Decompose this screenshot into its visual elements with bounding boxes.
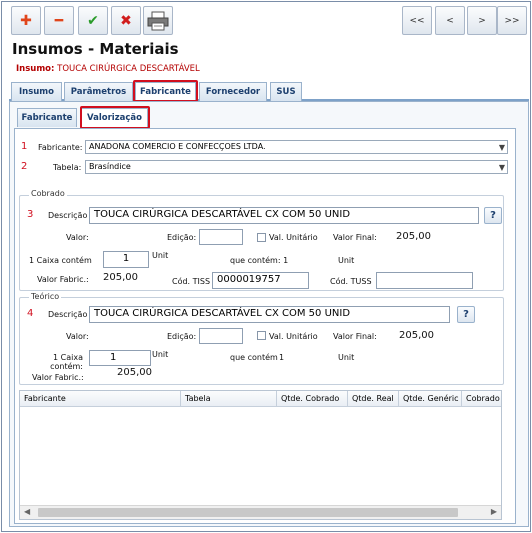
cobrado-cod-tiss-label: Cód. TISS — [172, 277, 211, 286]
teorico-edicao-input[interactable] — [199, 328, 243, 344]
tab-insumo[interactable]: Insumo — [11, 82, 62, 101]
teorico-legend: Teórico — [29, 292, 62, 301]
cobrado-valor-final-label: Valor Final: — [333, 233, 377, 242]
nav-first-button[interactable]: << — [402, 6, 432, 35]
tab-parametros[interactable]: Parâmetros — [64, 82, 133, 101]
teorico-valor-final-value: 205,00 — [399, 330, 434, 341]
teorico-que-contem-value: 1 — [279, 353, 285, 362]
minus-icon: ━ — [54, 12, 64, 29]
subtab-valorizacao[interactable]: Valorização — [81, 108, 148, 127]
cobrado-unit-label: Unit — [152, 251, 169, 260]
tab-fornecedor[interactable]: Fornecedor — [199, 82, 267, 101]
subtab-fabricante[interactable]: Fabricante — [17, 108, 77, 127]
tabela-select[interactable]: Brasíndice ▼ — [85, 160, 508, 174]
insumo-label: Insumo: — [16, 64, 55, 74]
cobrado-caixa-input[interactable]: 1 — [103, 251, 149, 268]
cobrado-cod-tuss-input[interactable] — [376, 272, 473, 289]
grid-horizontal-scrollbar[interactable]: ◀ ▶ — [20, 505, 501, 519]
cobrado-edicao-input[interactable] — [199, 229, 243, 245]
teorico-valor-final-label: Valor Final: — [333, 332, 377, 341]
teorico-descricao-input[interactable]: TOUCA CIRÚRGICA DESCARTÁVEL CX COM 50 UN… — [89, 306, 450, 323]
plus-icon: ✚ — [20, 12, 32, 29]
cobrado-legend: Cobrado — [29, 189, 67, 198]
marker-4: 4 — [27, 308, 34, 319]
scroll-right-icon[interactable]: ▶ — [491, 507, 497, 516]
teorico-descricao-label: Descrição — [48, 310, 88, 319]
teorico-unit2-label: Unit — [338, 353, 355, 362]
grid-col-tabela[interactable]: Tabela — [181, 391, 277, 407]
print-button[interactable] — [143, 6, 173, 35]
tab-sus[interactable]: SUS — [270, 82, 302, 101]
cobrado-valor-final-value: 205,00 — [396, 231, 431, 242]
marker-2: 2 — [21, 161, 28, 172]
marker-1: 1 — [21, 141, 28, 152]
cobrado-caixa-label: 1 Caixa contém — [29, 256, 92, 265]
check-icon: ✔ — [87, 12, 99, 29]
scrollbar-thumb[interactable] — [38, 508, 458, 517]
add-button[interactable]: ✚ — [11, 6, 41, 35]
cobrado-descricao-input[interactable]: TOUCA CIRÚRGICA DESCARTÁVEL CX COM 50 UN… — [89, 207, 479, 224]
teorico-unit-label: Unit — [152, 350, 169, 359]
teorico-val-unitario-label: Val. Unitário — [269, 332, 318, 341]
insumo-value: TOUCA CIRÚRGICA DESCARTÁVEL — [57, 64, 200, 74]
cobrado-valor-fabric-label: Valor Fabric.: — [37, 275, 89, 284]
chevron-down-icon: ▼ — [498, 143, 505, 152]
valorizacao-grid[interactable]: Fabricante Tabela Qtde. Cobrado Qtde. Re… — [19, 390, 502, 520]
tab-fabricante[interactable]: Fabricante — [135, 82, 196, 101]
nav-next-button[interactable]: > — [467, 6, 497, 35]
cobrado-val-unitario-checkbox[interactable] — [257, 233, 266, 242]
cobrado-val-unitario-label: Val. Unitário — [269, 233, 318, 242]
teorico-val-unitario-checkbox[interactable] — [257, 331, 266, 340]
cobrado-cod-tiss-input[interactable]: 0000019757 — [212, 272, 309, 289]
cobrado-descricao-label: Descrição — [48, 211, 88, 220]
teorico-caixa-input[interactable]: 1 — [89, 350, 151, 366]
grid-header: Fabricante Tabela Qtde. Cobrado Qtde. Re… — [20, 391, 501, 407]
teorico-que-contem-label: que contém — [230, 353, 278, 362]
cobrado-unit2-label: Unit — [338, 256, 355, 265]
grid-col-cobrado[interactable]: Cobrado — [462, 391, 501, 407]
printer-icon — [147, 11, 169, 30]
fabricante-select[interactable]: ANADONA COMERCIO E CONFECÇOES LTDA. ▼ — [85, 140, 508, 154]
tabela-label: Tabela: — [53, 163, 82, 172]
nav-prev-button[interactable]: < — [435, 6, 465, 35]
cobrado-valor-label: Valor: — [66, 233, 89, 242]
cancel-button[interactable]: ✖ — [111, 6, 141, 35]
marker-3: 3 — [27, 209, 34, 220]
teorico-valor-fabric-label: Valor Fabric.: — [32, 373, 84, 382]
cobrado-valor-fabric-value: 205,00 — [103, 272, 138, 283]
nav-last-button[interactable]: >> — [497, 6, 527, 35]
teorico-help-button[interactable]: ? — [457, 306, 475, 323]
chevron-down-icon: ▼ — [498, 163, 505, 172]
grid-col-qtde-cobrado[interactable]: Qtde. Cobrado — [277, 391, 348, 407]
insumo-subtitle: Insumo: TOUCA CIRÚRGICA DESCARTÁVEL — [16, 64, 200, 74]
fabricante-label: Fabricante: — [38, 143, 83, 152]
x-icon: ✖ — [120, 12, 132, 29]
fabricante-value: ANADONA COMERCIO E CONFECÇOES LTDA. — [89, 142, 266, 151]
tabela-value: Brasíndice — [89, 162, 131, 171]
teorico-edicao-label: Edição: — [167, 332, 197, 341]
scroll-left-icon[interactable]: ◀ — [24, 507, 30, 516]
cobrado-edicao-label: Edição: — [167, 233, 197, 242]
confirm-button[interactable]: ✔ — [78, 6, 108, 35]
teorico-valor-label: Valor: — [66, 332, 89, 341]
remove-button[interactable]: ━ — [44, 6, 74, 35]
teorico-caixa-label: 1 Caixa contém: — [50, 353, 83, 371]
page-title: Insumos - Materiais — [12, 40, 179, 58]
cobrado-cod-tuss-label: Cód. TUSS — [330, 277, 372, 286]
cobrado-help-button[interactable]: ? — [484, 207, 502, 224]
cobrado-que-contem-label: que contém: 1 — [230, 256, 289, 265]
teorico-valor-fabric-value: 205,00 — [117, 367, 152, 378]
grid-col-fabricante[interactable]: Fabricante — [20, 391, 181, 407]
grid-col-qtde-real[interactable]: Qtde. Real — [348, 391, 399, 407]
grid-col-qtde-generic[interactable]: Qtde. Genéric — [399, 391, 462, 407]
